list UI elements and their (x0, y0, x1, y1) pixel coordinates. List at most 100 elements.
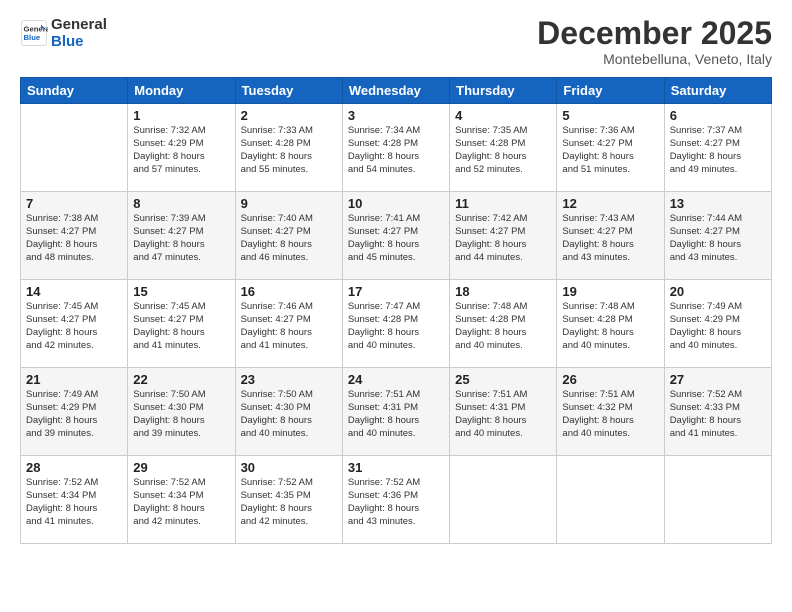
svg-text:General: General (24, 25, 49, 34)
month-title: December 2025 (537, 16, 772, 51)
day-info: Sunrise: 7:33 AMSunset: 4:28 PMDaylight:… (241, 125, 337, 176)
day-number: 16 (241, 284, 337, 299)
calendar-cell: 11Sunrise: 7:42 AMSunset: 4:27 PMDayligh… (450, 192, 557, 280)
day-info: Sunrise: 7:52 AMSunset: 4:35 PMDaylight:… (241, 477, 337, 528)
day-info: Sunrise: 7:45 AMSunset: 4:27 PMDaylight:… (26, 301, 122, 352)
day-number: 18 (455, 284, 551, 299)
day-number: 21 (26, 372, 122, 387)
day-number: 20 (670, 284, 766, 299)
day-info: Sunrise: 7:35 AMSunset: 4:28 PMDaylight:… (455, 125, 551, 176)
calendar-cell (557, 456, 664, 544)
day-info: Sunrise: 7:49 AMSunset: 4:29 PMDaylight:… (670, 301, 766, 352)
logo-general: General (51, 16, 107, 33)
day-info: Sunrise: 7:51 AMSunset: 4:31 PMDaylight:… (348, 389, 444, 440)
day-number: 13 (670, 196, 766, 211)
calendar-cell: 3Sunrise: 7:34 AMSunset: 4:28 PMDaylight… (342, 104, 449, 192)
day-number: 25 (455, 372, 551, 387)
calendar-cell: 1Sunrise: 7:32 AMSunset: 4:29 PMDaylight… (128, 104, 235, 192)
day-info: Sunrise: 7:49 AMSunset: 4:29 PMDaylight:… (26, 389, 122, 440)
calendar-cell: 14 Sunrise: 7:45 AMSunset: 4:27 PMDayligh… (21, 280, 128, 368)
col-header-saturday: Saturday (664, 78, 771, 104)
day-info: Sunrise: 7:48 AMSunset: 4:28 PMDaylight:… (562, 301, 658, 352)
calendar-cell: 20 Sunrise: 7:49 AMSunset: 4:29 PMDayligh… (664, 280, 771, 368)
calendar-cell: 12 Sunrise: 7:43 AMSunset: 4:27 PMDayligh… (557, 192, 664, 280)
day-info: Sunrise: 7:39 AMSunset: 4:27 PMDaylight:… (133, 213, 229, 264)
calendar-table: SundayMondayTuesdayWednesdayThursdayFrid… (20, 77, 772, 544)
day-number: 12 (562, 196, 658, 211)
day-info: Sunrise: 7:32 AMSunset: 4:29 PMDaylight:… (133, 125, 229, 176)
day-info: Sunrise: 7:51 AMSunset: 4:31 PMDaylight:… (455, 389, 551, 440)
day-info: Sunrise: 7:52 AMSunset: 4:34 PMDaylight:… (133, 477, 229, 528)
col-header-monday: Monday (128, 78, 235, 104)
page-container: General Blue General Blue December 2025 … (0, 0, 792, 612)
calendar-cell (450, 456, 557, 544)
day-info: Sunrise: 7:46 AMSunset: 4:27 PMDaylight:… (241, 301, 337, 352)
calendar-header-row: SundayMondayTuesdayWednesdayThursdayFrid… (21, 78, 772, 104)
svg-text:Blue: Blue (24, 33, 41, 42)
calendar-cell: 5 Sunrise: 7:36 AMSunset: 4:27 PMDaylight… (557, 104, 664, 192)
day-info: Sunrise: 7:51 AMSunset: 4:32 PMDaylight:… (562, 389, 658, 440)
location-subtitle: Montebelluna, Veneto, Italy (537, 51, 772, 67)
day-number: 22 (133, 372, 229, 387)
day-info: Sunrise: 7:52 AMSunset: 4:36 PMDaylight:… (348, 477, 444, 528)
calendar-cell: 7 Sunrise: 7:38 AMSunset: 4:27 PMDaylight… (21, 192, 128, 280)
calendar-cell: 28 Sunrise: 7:52 AMSunset: 4:34 PMDayligh… (21, 456, 128, 544)
day-number: 7 (26, 196, 122, 211)
day-number: 23 (241, 372, 337, 387)
day-info: Sunrise: 7:50 AMSunset: 4:30 PMDaylight:… (241, 389, 337, 440)
calendar-cell: 6Sunrise: 7:37 AMSunset: 4:27 PMDaylight… (664, 104, 771, 192)
day-info: Sunrise: 7:38 AMSunset: 4:27 PMDaylight:… (26, 213, 122, 264)
calendar-cell: 8Sunrise: 7:39 AMSunset: 4:27 PMDaylight… (128, 192, 235, 280)
day-number: 19 (562, 284, 658, 299)
day-number: 14 (26, 284, 122, 299)
col-header-sunday: Sunday (21, 78, 128, 104)
calendar-cell: 10 Sunrise: 7:41 AMSunset: 4:27 PMDayligh… (342, 192, 449, 280)
day-number: 30 (241, 460, 337, 475)
day-number: 15 (133, 284, 229, 299)
day-number: 4 (455, 108, 551, 123)
calendar-cell: 29Sunrise: 7:52 AMSunset: 4:34 PMDayligh… (128, 456, 235, 544)
calendar-cell (664, 456, 771, 544)
calendar-week-5: 28 Sunrise: 7:52 AMSunset: 4:34 PMDayligh… (21, 456, 772, 544)
day-number: 24 (348, 372, 444, 387)
day-info: Sunrise: 7:42 AMSunset: 4:27 PMDaylight:… (455, 213, 551, 264)
day-number: 27 (670, 372, 766, 387)
day-number: 26 (562, 372, 658, 387)
day-number: 2 (241, 108, 337, 123)
day-number: 31 (348, 460, 444, 475)
day-number: 5 (562, 108, 658, 123)
calendar-week-3: 14 Sunrise: 7:45 AMSunset: 4:27 PMDayligh… (21, 280, 772, 368)
calendar-cell: 9 Sunrise: 7:40 AMSunset: 4:27 PMDaylight… (235, 192, 342, 280)
calendar-cell: 26 Sunrise: 7:51 AMSunset: 4:32 PMDayligh… (557, 368, 664, 456)
day-info: Sunrise: 7:37 AMSunset: 4:27 PMDaylight:… (670, 125, 766, 176)
logo-blue: Blue (51, 33, 107, 50)
day-info: Sunrise: 7:36 AMSunset: 4:27 PMDaylight:… (562, 125, 658, 176)
day-number: 10 (348, 196, 444, 211)
col-header-friday: Friday (557, 78, 664, 104)
calendar-cell: 27Sunrise: 7:52 AMSunset: 4:33 PMDayligh… (664, 368, 771, 456)
col-header-thursday: Thursday (450, 78, 557, 104)
header: General Blue General Blue December 2025 … (20, 16, 772, 67)
col-header-wednesday: Wednesday (342, 78, 449, 104)
calendar-cell: 15Sunrise: 7:45 AMSunset: 4:27 PMDayligh… (128, 280, 235, 368)
calendar-cell: 16 Sunrise: 7:46 AMSunset: 4:27 PMDayligh… (235, 280, 342, 368)
calendar-cell: 22Sunrise: 7:50 AMSunset: 4:30 PMDayligh… (128, 368, 235, 456)
calendar-week-4: 21 Sunrise: 7:49 AMSunset: 4:29 PMDayligh… (21, 368, 772, 456)
day-info: Sunrise: 7:41 AMSunset: 4:27 PMDaylight:… (348, 213, 444, 264)
calendar-cell: 30 Sunrise: 7:52 AMSunset: 4:35 PMDayligh… (235, 456, 342, 544)
calendar-cell: 18Sunrise: 7:48 AMSunset: 4:28 PMDayligh… (450, 280, 557, 368)
day-number: 3 (348, 108, 444, 123)
col-header-tuesday: Tuesday (235, 78, 342, 104)
day-number: 28 (26, 460, 122, 475)
calendar-cell: 13Sunrise: 7:44 AMSunset: 4:27 PMDayligh… (664, 192, 771, 280)
day-number: 9 (241, 196, 337, 211)
calendar-cell (21, 104, 128, 192)
calendar-cell: 4 Sunrise: 7:35 AMSunset: 4:28 PMDaylight… (450, 104, 557, 192)
calendar-cell: 19 Sunrise: 7:48 AMSunset: 4:28 PMDayligh… (557, 280, 664, 368)
calendar-week-2: 7 Sunrise: 7:38 AMSunset: 4:27 PMDaylight… (21, 192, 772, 280)
day-info: Sunrise: 7:43 AMSunset: 4:27 PMDaylight:… (562, 213, 658, 264)
day-info: Sunrise: 7:40 AMSunset: 4:27 PMDaylight:… (241, 213, 337, 264)
day-info: Sunrise: 7:52 AMSunset: 4:34 PMDaylight:… (26, 477, 122, 528)
calendar-cell: 25 Sunrise: 7:51 AMSunset: 4:31 PMDayligh… (450, 368, 557, 456)
title-block: December 2025 Montebelluna, Veneto, Ital… (537, 16, 772, 67)
